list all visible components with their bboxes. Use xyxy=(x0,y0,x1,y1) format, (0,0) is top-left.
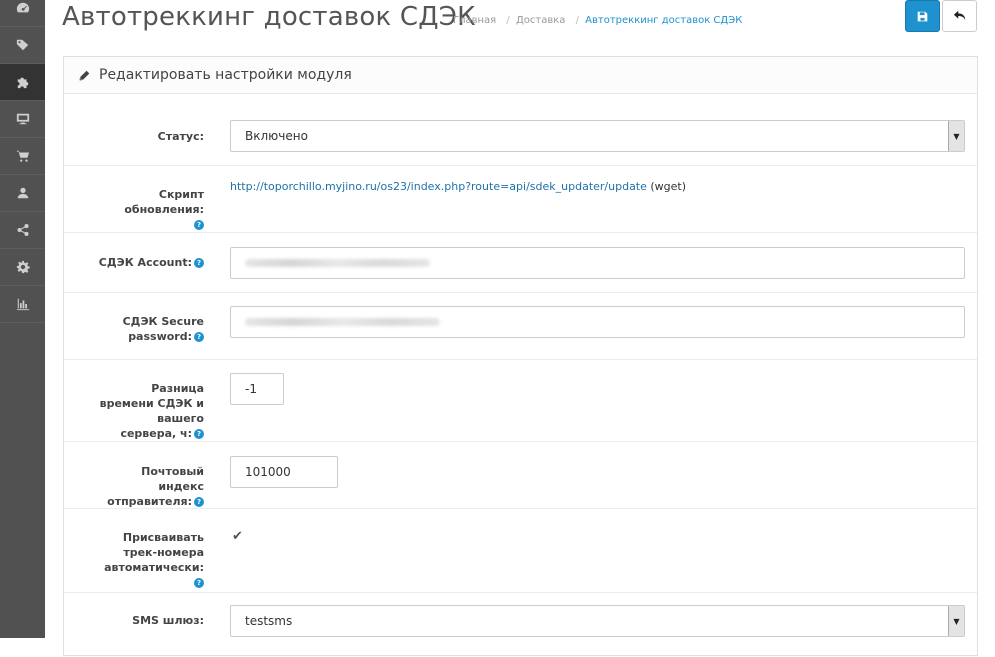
page-title: Автотреккинг доставок СДЭК xyxy=(62,2,476,32)
chevron-down-icon: ▼ xyxy=(948,606,964,636)
secure-password-input[interactable] xyxy=(230,306,965,338)
sidebar-item-marketing[interactable] xyxy=(0,212,45,249)
script-label: Скрипт обновления:? xyxy=(124,187,204,232)
sidebar xyxy=(0,0,45,638)
form-row-account: СДЭК Account:? xyxy=(64,233,977,293)
breadcrumb-separator: / xyxy=(575,15,579,26)
time-diff-input[interactable]: -1 xyxy=(230,373,284,405)
breadcrumb-home[interactable]: Главная xyxy=(453,15,496,26)
postcode-label: Почтовый индекс отправителя:? xyxy=(98,464,204,509)
script-url-link[interactable]: http://toporchillo.myjino.ru/os23/index.… xyxy=(230,180,647,193)
help-icon[interactable]: ? xyxy=(194,332,204,342)
dashboard-icon xyxy=(16,2,29,13)
help-icon[interactable]: ? xyxy=(194,258,204,268)
breadcrumb-current[interactable]: Автотреккинг доставок СДЭК xyxy=(585,15,742,26)
sidebar-item-dashboard[interactable] xyxy=(0,0,45,27)
form-row-sms-gateway: SMS шлюз: testsms ▼ xyxy=(64,593,977,657)
sidebar-item-design[interactable] xyxy=(0,101,45,138)
postcode-input[interactable]: 101000 xyxy=(230,456,338,488)
status-select-value: Включено xyxy=(245,129,308,143)
sidebar-item-extensions[interactable] xyxy=(0,64,45,101)
tags-icon xyxy=(16,39,28,51)
help-icon[interactable]: ? xyxy=(194,220,204,230)
breadcrumb-separator: / xyxy=(506,15,510,26)
shopping-cart-icon xyxy=(16,150,29,162)
secure-password-label: СДЭК Secure password:? xyxy=(114,314,204,344)
help-icon[interactable]: ? xyxy=(194,578,204,588)
status-label: Статус: xyxy=(157,130,204,143)
sidebar-item-sales[interactable] xyxy=(0,138,45,175)
sms-gateway-select-value: testsms xyxy=(245,614,293,628)
sms-gateway-label: SMS шлюз: xyxy=(132,614,204,627)
panel-title: Редактировать настройки модуля xyxy=(99,67,352,83)
redacted-value xyxy=(245,259,430,267)
save-icon xyxy=(917,11,928,21)
bar-chart-icon xyxy=(16,298,29,311)
time-diff-value: -1 xyxy=(245,382,257,396)
account-label: СДЭК Account:? xyxy=(99,255,204,270)
form-row-secure-password: СДЭК Secure password:? xyxy=(64,293,977,360)
sidebar-item-catalog[interactable] xyxy=(0,27,45,64)
form-row-postcode: Почтовый индекс отправителя:? 101000 xyxy=(64,442,977,509)
breadcrumb-shipping[interactable]: Доставка xyxy=(516,15,565,26)
script-label-text: Скрипт обновления: xyxy=(124,188,204,216)
auto-track-checkbox[interactable]: ✔ xyxy=(232,529,243,544)
save-button[interactable] xyxy=(905,0,940,32)
settings-panel: Редактировать настройки модуля Статус: В… xyxy=(63,56,978,656)
form-row-auto-track: Присваивать трек-номера автоматически:? … xyxy=(64,509,977,593)
cog-icon xyxy=(16,260,30,274)
form-row-script: Скрипт обновления:? http://toporchillo.m… xyxy=(64,166,977,233)
help-icon[interactable]: ? xyxy=(194,429,204,439)
account-label-text: СДЭК Account: xyxy=(98,256,192,269)
sidebar-item-system[interactable] xyxy=(0,249,45,286)
time-diff-label: Разница времени СДЭК и вашего сервера, ч… xyxy=(98,381,204,441)
time-diff-label-text: Разница времени СДЭК и вашего сервера, ч… xyxy=(99,382,204,440)
help-icon[interactable]: ? xyxy=(194,497,204,507)
form-row-status: Статус: Включено ▼ xyxy=(64,95,977,166)
form-row-time-diff: Разница времени СДЭК и вашего сервера, ч… xyxy=(64,360,977,442)
auto-track-label: Присваивать трек-номера автоматически:? xyxy=(98,530,204,590)
auto-track-label-text: Присваивать трек-номера автоматически: xyxy=(104,531,204,574)
postcode-label-text: Почтовый индекс отправителя: xyxy=(107,465,204,508)
back-button[interactable] xyxy=(942,0,977,32)
panel-heading: Редактировать настройки модуля xyxy=(64,57,977,94)
main-content: Автотреккинг доставок СДЭК Главная / Дос… xyxy=(45,0,995,656)
sidebar-item-customers[interactable] xyxy=(0,175,45,212)
script-url-suffix: (wget) xyxy=(650,180,687,193)
redacted-value xyxy=(245,318,440,326)
status-select[interactable]: Включено ▼ xyxy=(230,120,965,152)
puzzle-icon xyxy=(17,77,28,89)
desktop-icon xyxy=(16,113,29,125)
sidebar-item-reports[interactable] xyxy=(0,286,45,323)
breadcrumb: Главная / Доставка / Автотреккинг достав… xyxy=(453,15,742,26)
share-icon xyxy=(16,224,29,236)
back-icon xyxy=(953,10,965,21)
sms-gateway-select[interactable]: testsms ▼ xyxy=(230,605,965,637)
chevron-down-icon: ▼ xyxy=(948,121,964,151)
pencil-icon xyxy=(79,70,90,80)
script-url[interactable]: http://toporchillo.myjino.ru/os23/index.… xyxy=(230,180,686,193)
postcode-value: 101000 xyxy=(245,465,291,479)
secure-password-label-text: СДЭК Secure password: xyxy=(122,315,204,343)
user-icon xyxy=(17,187,28,199)
account-input[interactable] xyxy=(230,247,965,279)
